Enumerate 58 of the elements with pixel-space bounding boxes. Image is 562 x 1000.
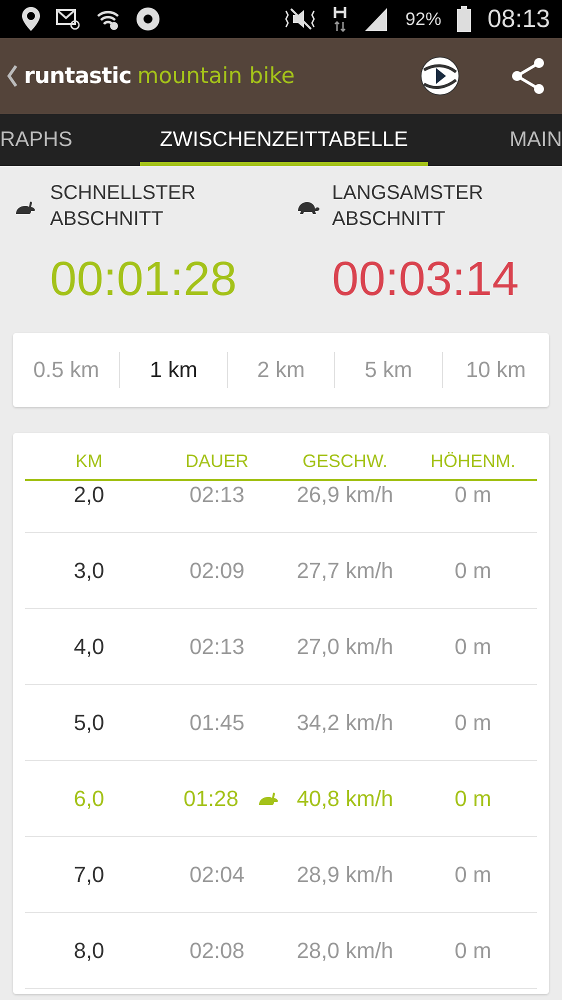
tab[interactable]: ZWISCHENZEITTABELLE	[140, 114, 428, 166]
clock: 08:13	[487, 4, 550, 34]
table-cell: 5,0	[74, 710, 104, 736]
table-cell: 7,0	[74, 862, 104, 888]
column-header: KM	[76, 451, 102, 473]
tab[interactable]: RAPHS	[0, 114, 140, 166]
summary-time: 00:01:28	[50, 252, 238, 308]
rabbit-icon	[256, 790, 279, 806]
table-cell: 0 m	[454, 482, 492, 508]
table-cell: 2,0	[74, 482, 104, 508]
table-cell: 0 m	[454, 786, 492, 812]
tab[interactable]: MAIN	[428, 114, 562, 166]
brand-logo: runtastic	[24, 64, 132, 88]
wifi-icon	[96, 8, 120, 30]
table-cell: 02:13	[189, 482, 245, 508]
column-header: HÖHENM.	[430, 451, 516, 473]
table-cell: 8,0	[74, 938, 104, 964]
table-cell: 34,2 km/h	[296, 710, 394, 736]
column-header: GESCHW.	[302, 451, 388, 473]
table-cell: 02:04	[189, 862, 245, 888]
table-cell: 26,9 km/h	[296, 482, 394, 508]
battery-percent: 92%	[405, 8, 442, 30]
table-cell: 4,0	[74, 634, 104, 660]
summary-label: LANGSAMSTER ABSCHNITT	[332, 181, 484, 232]
summary-time: 00:03:14	[332, 252, 520, 308]
table-cell: 0 m	[454, 862, 492, 888]
table-cell: 28,0 km/h	[296, 938, 394, 964]
table-cell: 0 m	[454, 634, 492, 660]
table-cell: 28,9 km/h	[296, 862, 394, 888]
table-cell: 02:09	[189, 558, 245, 584]
share-icon[interactable]	[510, 57, 546, 95]
back-icon[interactable]	[6, 65, 18, 87]
table-cell: 3,0	[74, 558, 104, 584]
table-cell: 6,0	[74, 786, 104, 812]
summary-label: SCHNELLSTER ABSCHNITT	[50, 181, 197, 232]
table-cell: 02:08	[189, 938, 245, 964]
table-cell: 0 m	[454, 710, 492, 736]
signal-icon	[363, 6, 390, 32]
table-cell: 27,7 km/h	[296, 558, 394, 584]
table-cell: 01:45	[189, 710, 245, 736]
rabbit-icon	[14, 200, 36, 216]
play-icon[interactable]	[420, 56, 460, 96]
mail-icon	[56, 8, 80, 30]
table-cell: 40,8 km/h	[296, 786, 394, 812]
location-icon	[22, 7, 40, 31]
table-cell: 01:28	[183, 786, 239, 812]
table-cell: 0 m	[454, 558, 492, 584]
circle-icon	[136, 7, 160, 31]
table-cell: 0 m	[454, 938, 492, 964]
data-icon	[333, 6, 348, 32]
mute-icon	[283, 7, 318, 31]
column-header: DAUER	[185, 451, 248, 473]
table-cell: 27,0 km/h	[296, 634, 394, 660]
battery-icon	[457, 6, 472, 32]
turtle-icon	[296, 201, 320, 215]
product-name: mountain bike	[137, 64, 295, 88]
distance-option[interactable]: 1 km	[119, 352, 227, 388]
table-cell: 02:13	[189, 634, 245, 660]
